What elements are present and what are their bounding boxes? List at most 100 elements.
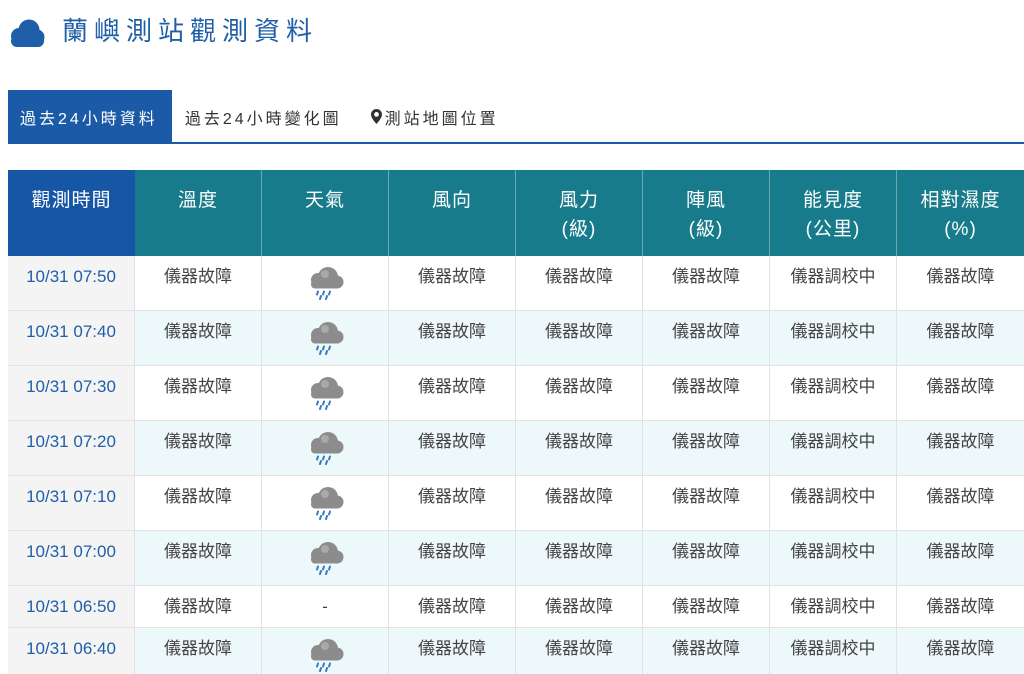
observation-table: 觀測時間 溫度 天氣 風向 風力 (級) 陣風 (級) 能見度 (公里) 相對濕度 (%… <box>8 170 1024 674</box>
table-row: 10/31 07:30 儀器故障 儀器故障 儀器故障 儀器故障 儀器調校中 儀器… <box>8 366 1024 421</box>
temperature-cell: 儀器故障 <box>135 476 262 530</box>
wind-force-cell: 儀器故障 <box>516 586 643 627</box>
temperature-cell: 儀器故障 <box>135 531 262 585</box>
humidity-cell: 儀器故障 <box>926 487 995 506</box>
wind-direction-cell: 儀器故障 <box>389 256 516 310</box>
gust-cell: 儀器故障 <box>643 311 770 365</box>
tab-label: 過去24小時變化圖 <box>184 110 342 128</box>
gust-cell: 儀器故障 <box>643 628 770 674</box>
visibility-cell: 儀器調校中 <box>770 476 897 530</box>
table-header-row: 觀測時間 溫度 天氣 風向 風力 (級) 陣風 (級) 能見度 (公里) 相對濕度 (%… <box>8 170 1024 256</box>
wind-direction-cell: 儀器故障 <box>389 586 516 627</box>
table-row: 10/31 06:50 儀器故障 - 儀器故障 儀器故障 儀器故障 儀器調校中 … <box>8 586 1024 628</box>
observation-time: 10/31 07:20 <box>8 421 135 475</box>
humidity-cell: 儀器故障 <box>926 267 995 286</box>
tab-underline <box>8 142 1024 144</box>
weather-cell <box>262 531 389 585</box>
observation-time: 10/31 07:40 <box>8 311 135 365</box>
visibility-cell: 儀器調校中 <box>770 586 897 627</box>
humidity-cell: 儀器故障 <box>926 639 995 658</box>
temperature-cell: 儀器故障 <box>135 256 262 310</box>
column-header-wind-direction: 風向 <box>389 170 516 256</box>
humidity-cell: 儀器故障 <box>926 377 995 396</box>
gust-cell: 儀器故障 <box>643 476 770 530</box>
wind-direction-cell: 儀器故障 <box>389 476 516 530</box>
gust-cell: 儀器故障 <box>643 531 770 585</box>
visibility-cell: 儀器調校中 <box>770 531 897 585</box>
visibility-cell: 儀器調校中 <box>770 366 897 420</box>
visibility-cell: 儀器調校中 <box>770 256 897 310</box>
rain-cloud-icon <box>305 638 345 672</box>
page-title: 蘭嶼測站觀測資料 <box>62 16 319 46</box>
weather-cell: - <box>262 586 389 627</box>
visibility-cell: 儀器調校中 <box>770 311 897 365</box>
tab-past-24h-data[interactable]: 過去24小時資料 <box>8 90 172 143</box>
observation-time: 10/31 07:10 <box>8 476 135 530</box>
temperature-cell: 儀器故障 <box>135 586 262 627</box>
temperature-cell: 儀器故障 <box>135 366 262 420</box>
tab-station-map[interactable]: 測站地圖位置 <box>355 90 512 143</box>
wind-direction-cell: 儀器故障 <box>389 311 516 365</box>
wind-direction-cell: 儀器故障 <box>389 531 516 585</box>
rain-cloud-icon <box>305 486 345 520</box>
wind-force-cell: 儀器故障 <box>516 311 643 365</box>
table-row: 10/31 06:40 儀器故障 儀器故障 儀器故障 儀器故障 儀器調校中 儀器… <box>8 628 1024 674</box>
column-header-wind-force: 風力 (級) <box>516 170 643 256</box>
wind-force-cell: 儀器故障 <box>516 531 643 585</box>
wind-direction-cell: 儀器故障 <box>389 421 516 475</box>
wind-force-cell: 儀器故障 <box>516 476 643 530</box>
table-row: 10/31 07:50 儀器故障 儀器故障 儀器故障 儀器故障 儀器調校中 儀器… <box>8 256 1024 311</box>
weather-cell <box>262 256 389 310</box>
column-header-visibility: 能見度 (公里) <box>770 170 897 256</box>
column-header-weather: 天氣 <box>262 170 389 256</box>
temperature-cell: 儀器故障 <box>135 311 262 365</box>
temperature-cell: 儀器故障 <box>135 628 262 674</box>
tab-bar: 過去24小時資料 過去24小時變化圖 測站地圖位置 <box>8 90 512 143</box>
rain-cloud-icon <box>305 431 345 465</box>
rain-cloud-icon <box>305 376 345 410</box>
table-row: 10/31 07:00 儀器故障 儀器故障 儀器故障 儀器故障 儀器調校中 儀器… <box>8 531 1024 586</box>
humidity-cell: 儀器故障 <box>926 322 995 341</box>
temperature-cell: 儀器故障 <box>135 421 262 475</box>
gust-cell: 儀器故障 <box>643 366 770 420</box>
wind-direction-cell: 儀器故障 <box>389 366 516 420</box>
weather-cell <box>262 421 389 475</box>
rain-cloud-icon <box>305 541 345 575</box>
wind-force-cell: 儀器故障 <box>516 256 643 310</box>
rain-cloud-icon <box>305 321 345 355</box>
humidity-cell: 儀器故障 <box>926 432 995 451</box>
column-header-gust: 陣風 (級) <box>643 170 770 256</box>
humidity-cell: 儀器故障 <box>926 597 995 616</box>
tab-past-24h-chart[interactable]: 過去24小時變化圖 <box>172 90 355 143</box>
observation-time: 10/31 06:40 <box>8 628 135 674</box>
table-row: 10/31 07:10 儀器故障 儀器故障 儀器故障 儀器故障 儀器調校中 儀器… <box>8 476 1024 531</box>
map-marker-icon <box>370 109 382 124</box>
tab-label: 測站地圖位置 <box>384 110 499 128</box>
table-row: 10/31 07:20 儀器故障 儀器故障 儀器故障 儀器故障 儀器調校中 儀器… <box>8 421 1024 476</box>
column-header-humidity: 相對濕度 (%) <box>897 170 1024 256</box>
gust-cell: 儀器故障 <box>643 421 770 475</box>
cloud-icon <box>11 19 45 47</box>
column-header-temperature: 溫度 <box>135 170 262 256</box>
observation-time: 10/31 07:30 <box>8 366 135 420</box>
gust-cell: 儀器故障 <box>643 586 770 627</box>
wind-force-cell: 儀器故障 <box>516 421 643 475</box>
weather-cell <box>262 628 389 674</box>
observation-time: 10/31 07:50 <box>8 256 135 310</box>
visibility-cell: 儀器調校中 <box>770 421 897 475</box>
observation-time: 10/31 07:00 <box>8 531 135 585</box>
rain-cloud-icon <box>305 266 345 300</box>
weather-cell <box>262 476 389 530</box>
column-header-time: 觀測時間 <box>8 170 135 256</box>
visibility-cell: 儀器調校中 <box>770 628 897 674</box>
wind-force-cell: 儀器故障 <box>516 628 643 674</box>
wind-direction-cell: 儀器故障 <box>389 628 516 674</box>
table-row: 10/31 07:40 儀器故障 儀器故障 儀器故障 儀器故障 儀器調校中 儀器… <box>8 311 1024 366</box>
weather-cell <box>262 366 389 420</box>
weather-cell <box>262 311 389 365</box>
tab-label: 過去24小時資料 <box>20 110 158 128</box>
observation-time: 10/31 06:50 <box>8 586 135 627</box>
humidity-cell: 儀器故障 <box>926 542 995 561</box>
gust-cell: 儀器故障 <box>643 256 770 310</box>
wind-force-cell: 儀器故障 <box>516 366 643 420</box>
